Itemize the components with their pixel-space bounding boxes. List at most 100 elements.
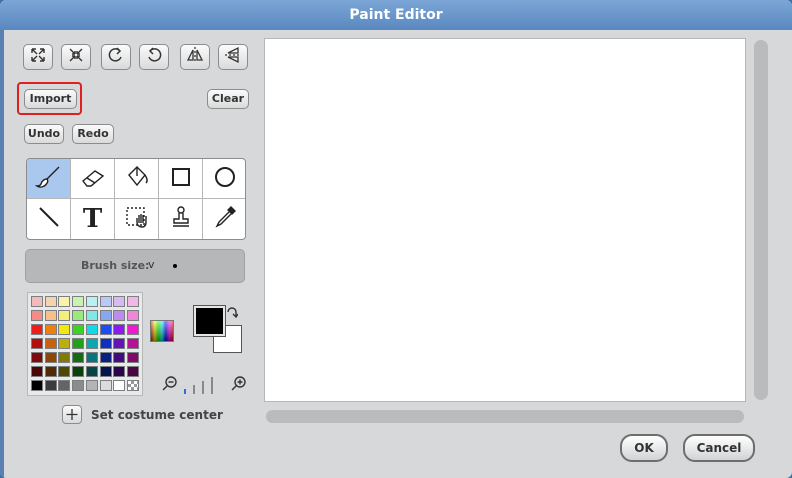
- color-swatch[interactable]: [99, 310, 112, 321]
- primary-color-swatch[interactable]: [193, 305, 226, 337]
- color-swatch[interactable]: [126, 338, 139, 349]
- color-swatch[interactable]: [31, 352, 43, 363]
- rotate-ccw-button[interactable]: [101, 44, 131, 70]
- color-swatch[interactable]: [44, 380, 57, 391]
- color-swatch[interactable]: [85, 310, 98, 321]
- color-swatch[interactable]: [58, 366, 71, 377]
- color-swatch[interactable]: [72, 338, 85, 349]
- color-swatch[interactable]: [126, 352, 139, 363]
- color-swatch[interactable]: [58, 352, 71, 363]
- color-swatch[interactable]: [58, 296, 71, 307]
- flip-vertical-button[interactable]: [218, 44, 248, 70]
- color-swatch[interactable]: [113, 324, 126, 335]
- horizontal-scrollbar[interactable]: [266, 410, 744, 423]
- color-swatch[interactable]: [126, 380, 139, 391]
- color-swatch[interactable]: [85, 380, 98, 391]
- tool-line[interactable]: [27, 199, 71, 239]
- color-swatch[interactable]: [126, 366, 139, 377]
- color-swatch[interactable]: [99, 296, 112, 307]
- zoom-level-3: [202, 381, 204, 394]
- color-swatch[interactable]: [31, 380, 43, 391]
- color-swatch[interactable]: [85, 366, 98, 377]
- redo-button[interactable]: Redo: [72, 124, 114, 144]
- color-spectrum-button[interactable]: [150, 320, 174, 342]
- color-swatch[interactable]: [85, 338, 98, 349]
- tool-select[interactable]: [115, 199, 159, 239]
- grow-button[interactable]: [23, 44, 53, 70]
- color-swatch[interactable]: [44, 296, 57, 307]
- color-swatch[interactable]: [126, 296, 139, 307]
- color-swatch[interactable]: [44, 352, 57, 363]
- swap-colors-icon[interactable]: [226, 306, 239, 320]
- color-swatch[interactable]: [113, 296, 126, 307]
- color-swatch[interactable]: [99, 352, 112, 363]
- select-icon: [123, 203, 151, 235]
- vertical-scrollbar[interactable]: [754, 40, 768, 400]
- rotate-ccw-icon: [107, 46, 125, 68]
- color-swatch[interactable]: [72, 296, 85, 307]
- color-swatch[interactable]: [113, 352, 126, 363]
- color-swatch[interactable]: [99, 324, 112, 335]
- color-swatch[interactable]: [85, 324, 98, 335]
- brush-size-chevron[interactable]: v: [148, 250, 155, 280]
- zoom-level-indicator[interactable]: [184, 376, 224, 394]
- color-swatch[interactable]: [113, 366, 126, 377]
- cancel-button[interactable]: Cancel: [683, 434, 755, 462]
- brush-icon: [34, 163, 63, 195]
- stamp-icon: [167, 203, 195, 235]
- clear-button[interactable]: Clear: [207, 89, 249, 109]
- color-swatch[interactable]: [72, 352, 85, 363]
- color-swatch[interactable]: [58, 324, 71, 335]
- color-swatch[interactable]: [58, 338, 71, 349]
- color-swatch[interactable]: [58, 380, 71, 391]
- color-swatch[interactable]: [72, 310, 85, 321]
- color-swatch[interactable]: [85, 352, 98, 363]
- flip-horizontal-button[interactable]: [180, 44, 210, 70]
- ellipse-icon: [211, 163, 239, 195]
- color-swatch[interactable]: [85, 296, 98, 307]
- color-swatch[interactable]: [44, 310, 57, 321]
- color-swatch[interactable]: [31, 338, 43, 349]
- rotate-cw-icon: [145, 46, 163, 68]
- shrink-button[interactable]: [61, 44, 91, 70]
- color-swatch[interactable]: [31, 310, 43, 321]
- color-swatch[interactable]: [72, 324, 85, 335]
- tool-text[interactable]: T: [71, 199, 115, 239]
- color-swatch[interactable]: [113, 338, 126, 349]
- zoom-level-4: [211, 377, 213, 394]
- eyedropper-icon: [211, 203, 239, 235]
- color-swatch[interactable]: [31, 366, 43, 377]
- color-swatch[interactable]: [113, 380, 126, 391]
- import-button[interactable]: Import: [24, 89, 77, 109]
- color-swatch[interactable]: [72, 380, 85, 391]
- color-swatch[interactable]: [126, 310, 139, 321]
- color-swatch[interactable]: [44, 338, 57, 349]
- tool-eraser[interactable]: [71, 159, 115, 199]
- color-swatch[interactable]: [31, 296, 43, 307]
- zoom-in-icon[interactable]: [231, 375, 247, 391]
- tool-brush[interactable]: [27, 159, 71, 199]
- color-swatch[interactable]: [99, 366, 112, 377]
- color-swatch[interactable]: [31, 324, 43, 335]
- tool-stamp[interactable]: [159, 199, 203, 239]
- color-swatch[interactable]: [44, 324, 57, 335]
- color-swatch[interactable]: [99, 380, 112, 391]
- color-swatch[interactable]: [72, 366, 85, 377]
- set-costume-center-button[interactable]: [62, 405, 82, 424]
- tool-eyedropper[interactable]: [203, 199, 245, 239]
- color-swatch[interactable]: [126, 324, 139, 335]
- rotate-cw-button[interactable]: [139, 44, 169, 70]
- color-swatch[interactable]: [44, 366, 57, 377]
- drawing-canvas[interactable]: [264, 38, 746, 402]
- color-swatch[interactable]: [58, 310, 71, 321]
- tool-rectangle[interactable]: [159, 159, 203, 199]
- undo-button[interactable]: Undo: [24, 124, 64, 144]
- brush-size-label: Brush size:: [81, 259, 150, 272]
- ok-button[interactable]: OK: [620, 434, 668, 462]
- zoom-level-2: [193, 385, 195, 394]
- color-swatch[interactable]: [113, 310, 126, 321]
- tool-ellipse[interactable]: [203, 159, 245, 199]
- tool-fill[interactable]: [115, 159, 159, 199]
- zoom-out-icon[interactable]: [162, 375, 178, 391]
- color-swatch[interactable]: [99, 338, 112, 349]
